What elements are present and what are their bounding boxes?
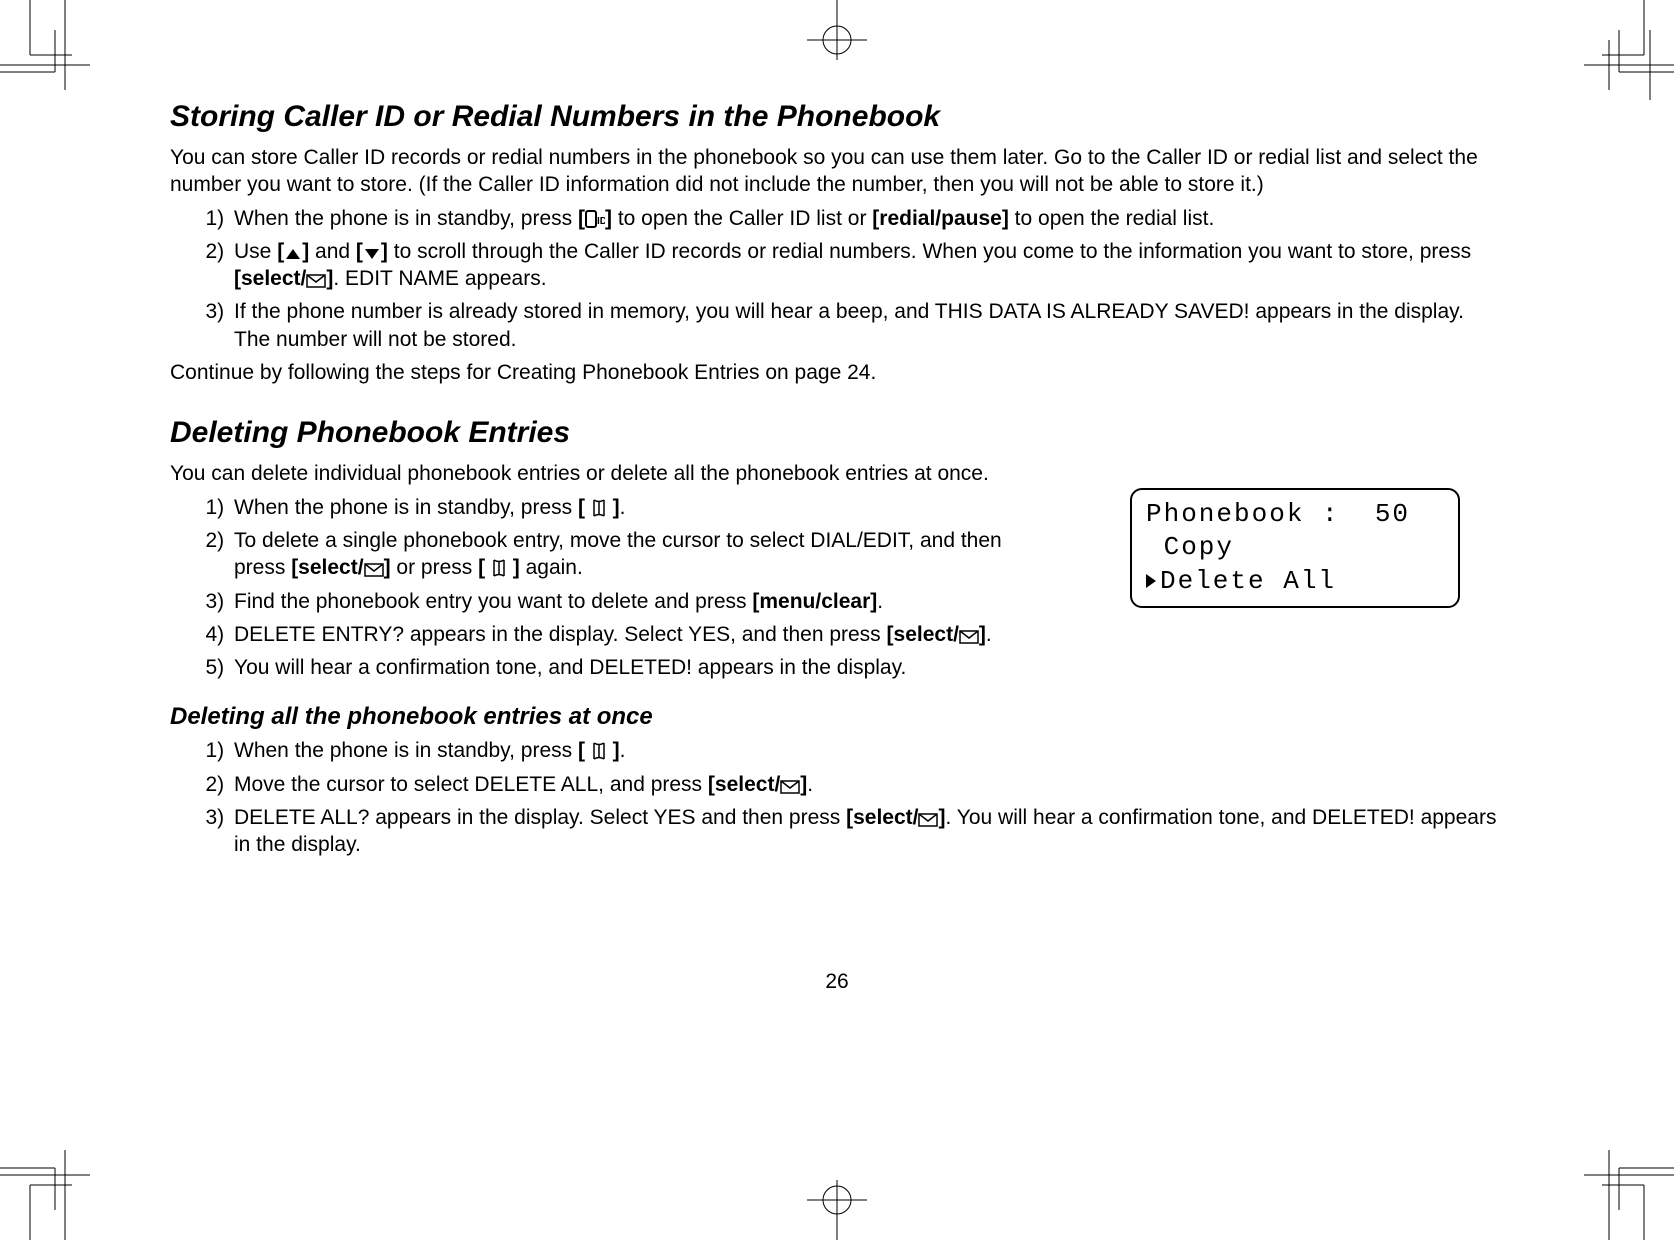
delete-all-step-3: DELETE ALL? appears in the display. Sele… [230,804,1500,859]
cid-button-ref: [ID] [578,207,612,230]
lcd-line-1: Phonebook : 50 [1146,498,1444,532]
phonebook-button-ref-3: [ ] [578,739,620,762]
caller-id-icon: ID [585,210,605,228]
redial-pause-button-ref: [redial/pause] [872,207,1009,230]
deleting-step-1: When the phone is in standby, press [ ]. [230,494,1050,521]
storing-step-2: Use [] and [] to scroll through the Call… [230,238,1500,293]
envelope-icon [918,813,938,827]
envelope-icon [780,780,800,794]
heading-deleting: Deleting Phonebook Entries [170,416,1500,450]
lcd-illustration: Phonebook : 50 Copy Delete All [1130,488,1460,608]
phonebook-button-ref-1: [ ] [578,496,620,519]
para-storing-outro: Continue by following the steps for Crea… [170,359,1500,386]
deleting-steps: When the phone is in standby, press [ ].… [170,494,1050,682]
cursor-pointer-icon [1146,574,1156,588]
phonebook-icon [591,742,607,760]
phonebook-icon [491,559,507,577]
page-number: 26 [825,970,848,994]
delete-all-step-1: When the phone is in standby, press [ ]. [230,737,1500,764]
page-content: Storing Caller ID or Redial Numbers in t… [170,100,1500,865]
registration-bottom [807,1180,867,1240]
storing-step-1: When the phone is in standby, press [ID]… [230,205,1500,232]
storing-step-3: If the phone number is already stored in… [230,298,1500,353]
lcd-line-3: Delete All [1146,565,1444,599]
lcd-line-2: Copy [1146,531,1444,565]
deleting-step-4: DELETE ENTRY? appears in the display. Se… [230,621,1050,648]
select-button-ref-2: [select/] [291,556,390,579]
deleting-step-2: To delete a single phonebook entry, move… [230,527,1050,582]
select-button-ref-4: [select/] [708,773,807,796]
select-button-ref-5: [select/] [846,806,945,829]
heading-storing: Storing Caller ID or Redial Numbers in t… [170,100,1500,134]
envelope-icon [959,630,979,644]
deleting-step-5: You will hear a confirmation tone, and D… [230,654,1050,681]
storing-steps: When the phone is in standby, press [ID]… [170,205,1500,353]
select-button-ref-3: [select/] [887,623,986,646]
deleting-step-3: Find the phonebook entry you want to del… [230,588,1050,615]
envelope-icon [306,274,326,288]
registration-top [807,0,867,60]
phonebook-button-ref-2: [ ] [478,556,520,579]
para-storing-intro: You can store Caller ID records or redia… [170,144,1500,199]
menu-clear-button-ref: [menu/clear] [752,590,877,613]
delete-all-steps: When the phone is in standby, press [ ].… [170,737,1500,858]
para-deleting-intro: You can delete individual phonebook entr… [170,460,1500,487]
up-button-ref: [] [277,240,309,263]
select-button-ref-1: [select/] [234,267,333,290]
down-arrow-icon [363,247,381,261]
envelope-icon [364,563,384,577]
svg-text:ID: ID [597,216,605,227]
delete-all-step-2: Move the cursor to select DELETE ALL, an… [230,771,1500,798]
up-arrow-icon [284,247,302,261]
down-button-ref: [] [356,240,388,263]
heading-delete-all: Deleting all the phonebook entries at on… [170,703,1500,731]
phonebook-icon [591,499,607,517]
